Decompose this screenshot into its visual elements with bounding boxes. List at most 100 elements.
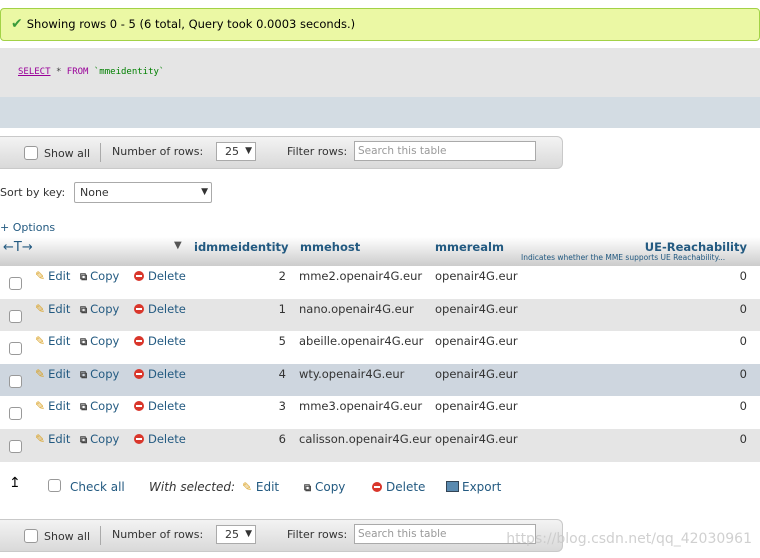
cell-idmmeidentity: 6 <box>278 432 286 446</box>
table-row[interactable]: ✎ Edit ⧉ Copy Delete 6 calisson.openair4G.eur o… <box>0 429 760 462</box>
cell-idmmeidentity: 4 <box>278 367 286 381</box>
show-all-label[interactable]: Show all <box>44 147 90 160</box>
copy-icon: ⧉ <box>80 337 88 348</box>
filter-rows-label: Filter rows: <box>287 145 348 158</box>
cell-mmerealm: openair4G.eur <box>435 432 518 446</box>
separator <box>100 143 101 162</box>
row-copy-button[interactable]: ⧉ Copy <box>80 302 119 316</box>
bottom-navigation-bar: Show all Number of rows: 25 ▼ Filter rows… <box>0 519 563 552</box>
show-all-checkbox[interactable] <box>24 146 38 160</box>
filter-rows-input[interactable]: Search this table <box>354 141 536 161</box>
row-delete-label: Delete <box>148 432 186 446</box>
table-row[interactable]: ✎ Edit ⧉ Copy Delete 5 abeille.openair4G.eur op… <box>0 331 760 364</box>
check-all-checkbox[interactable] <box>48 479 61 492</box>
cell-mmerealm: openair4G.eur <box>435 334 518 348</box>
sql-query: SELECT * FROM `mmeidentity` <box>18 67 164 77</box>
row-checkbox[interactable] <box>9 407 22 420</box>
row-edit-button[interactable]: ✎ Edit <box>35 432 70 446</box>
row-copy-button[interactable]: ⧉ Copy <box>80 269 119 283</box>
copy-icon: ⧉ <box>80 370 88 381</box>
bulk-actions-bar: ↥ Check all With selected: ✎ Edit ⧉ Copy… <box>0 475 760 499</box>
number-of-rows-label: Number of rows: <box>112 528 204 541</box>
cell-mmerealm: openair4G.eur <box>435 367 518 381</box>
row-delete-button[interactable]: Delete <box>134 367 186 381</box>
bulk-delete-button[interactable]: Delete <box>372 480 425 494</box>
row-copy-label: Copy <box>90 432 120 446</box>
column-header-ue-reachability[interactable]: UE-Reachability <box>645 240 747 254</box>
row-edit-button[interactable]: ✎ Edit <box>35 334 70 348</box>
row-checkbox[interactable] <box>9 375 22 388</box>
copy-icon: ⧉ <box>80 402 88 413</box>
row-copy-button[interactable]: ⧉ Copy <box>80 334 119 348</box>
cell-mmerealm: openair4G.eur <box>435 269 518 283</box>
rows-per-page-value: 25 <box>225 145 239 158</box>
check-all-label[interactable]: Check all <box>70 480 125 494</box>
row-copy-button[interactable]: ⧉ Copy <box>80 367 119 381</box>
table-row[interactable]: ✎ Edit ⧉ Copy Delete 2 mme2.openair4G.eur opena… <box>0 266 760 299</box>
row-copy-label: Copy <box>90 269 120 283</box>
cell-mmehost: abeille.openair4G.eur <box>299 334 424 348</box>
chevron-down-icon: ▼ <box>245 146 252 156</box>
show-all-label[interactable]: Show all <box>44 530 90 543</box>
separator <box>100 526 101 545</box>
pencil-icon: ✎ <box>35 334 46 348</box>
table-row[interactable]: ✎ Edit ⧉ Copy Delete 1 nano.openair4G.eur opena… <box>0 299 760 332</box>
bulk-copy-button[interactable]: ⧉ Copy <box>304 480 345 494</box>
row-edit-button[interactable]: ✎ Edit <box>35 367 70 381</box>
rows-per-page-select[interactable]: 25 ▼ <box>216 525 256 544</box>
filter-rows-label: Filter rows: <box>287 528 348 541</box>
sort-by-key-value: None <box>80 186 109 199</box>
column-header-idmmeidentity[interactable]: idmmeidentity <box>194 240 289 254</box>
row-delete-label: Delete <box>148 269 186 283</box>
row-checkbox[interactable] <box>9 342 22 355</box>
row-copy-button[interactable]: ⧉ Copy <box>80 432 119 446</box>
copy-icon: ⧉ <box>80 272 88 283</box>
column-header-mmerealm[interactable]: mmerealm <box>435 240 504 254</box>
sort-triangle-icon[interactable]: ▼ <box>174 240 182 251</box>
cell-ue-reachability: 0 <box>739 399 747 413</box>
column-description: Indicates whether the MME supports UE Re… <box>521 253 726 262</box>
rows-per-page-value: 25 <box>225 528 239 541</box>
options-link[interactable]: + Options <box>0 221 55 234</box>
row-copy-label: Copy <box>90 302 120 316</box>
row-delete-label: Delete <box>148 367 186 381</box>
sql-query-box: SELECT * FROM `mmeidentity` <box>0 48 760 97</box>
cell-mmehost: mme3.openair4G.eur <box>299 399 423 413</box>
query-toolbar-band <box>0 97 760 128</box>
row-edit-button[interactable]: ✎ Edit <box>35 399 70 413</box>
delete-icon <box>134 434 144 444</box>
sort-by-key-select[interactable]: None ▼ <box>74 182 212 203</box>
row-edit-label: Edit <box>48 432 71 446</box>
row-copy-button[interactable]: ⧉ Copy <box>80 399 119 413</box>
success-message-text: Showing rows 0 - 5 (6 total, Query took … <box>26 17 356 31</box>
bulk-export-button[interactable]: Export <box>446 480 501 494</box>
row-checkbox[interactable] <box>9 310 22 323</box>
bulk-edit-button[interactable]: ✎ Edit <box>242 480 279 494</box>
cell-idmmeidentity: 3 <box>278 399 286 413</box>
cell-mmehost: wty.openair4G.eur <box>299 367 405 381</box>
chevron-down-icon: ▼ <box>245 529 252 539</box>
cell-mmehost: calisson.openair4G.eur <box>299 432 432 446</box>
row-delete-button[interactable]: Delete <box>134 334 186 348</box>
table-row[interactable]: ✎ Edit ⧉ Copy Delete 3 mme3.openair4G.eur opena… <box>0 396 760 429</box>
row-delete-button[interactable]: Delete <box>134 269 186 283</box>
column-header-mmehost[interactable]: mmehost <box>300 240 360 254</box>
row-delete-button[interactable]: Delete <box>134 302 186 316</box>
rows-per-page-select[interactable]: 25 ▼ <box>216 142 256 161</box>
row-delete-button[interactable]: Delete <box>134 399 186 413</box>
row-edit-button[interactable]: ✎ Edit <box>35 269 70 283</box>
cell-ue-reachability: 0 <box>739 334 747 348</box>
row-edit-label: Edit <box>48 334 71 348</box>
row-edit-label: Edit <box>48 302 71 316</box>
row-checkbox[interactable] <box>9 277 22 290</box>
show-all-checkbox[interactable] <box>24 529 38 543</box>
row-delete-label: Delete <box>148 302 186 316</box>
row-edit-button[interactable]: ✎ Edit <box>35 302 70 316</box>
column-resize-arrows[interactable]: ←T→ <box>3 240 33 255</box>
sql-select-keyword[interactable]: SELECT <box>18 67 51 77</box>
cell-idmmeidentity: 1 <box>278 302 286 316</box>
table-row[interactable]: ✎ Edit ⧉ Copy Delete 4 wty.openair4G.eur openai… <box>0 364 760 397</box>
row-checkbox[interactable] <box>9 440 22 453</box>
row-delete-button[interactable]: Delete <box>134 432 186 446</box>
chevron-down-icon: ▼ <box>201 187 208 197</box>
